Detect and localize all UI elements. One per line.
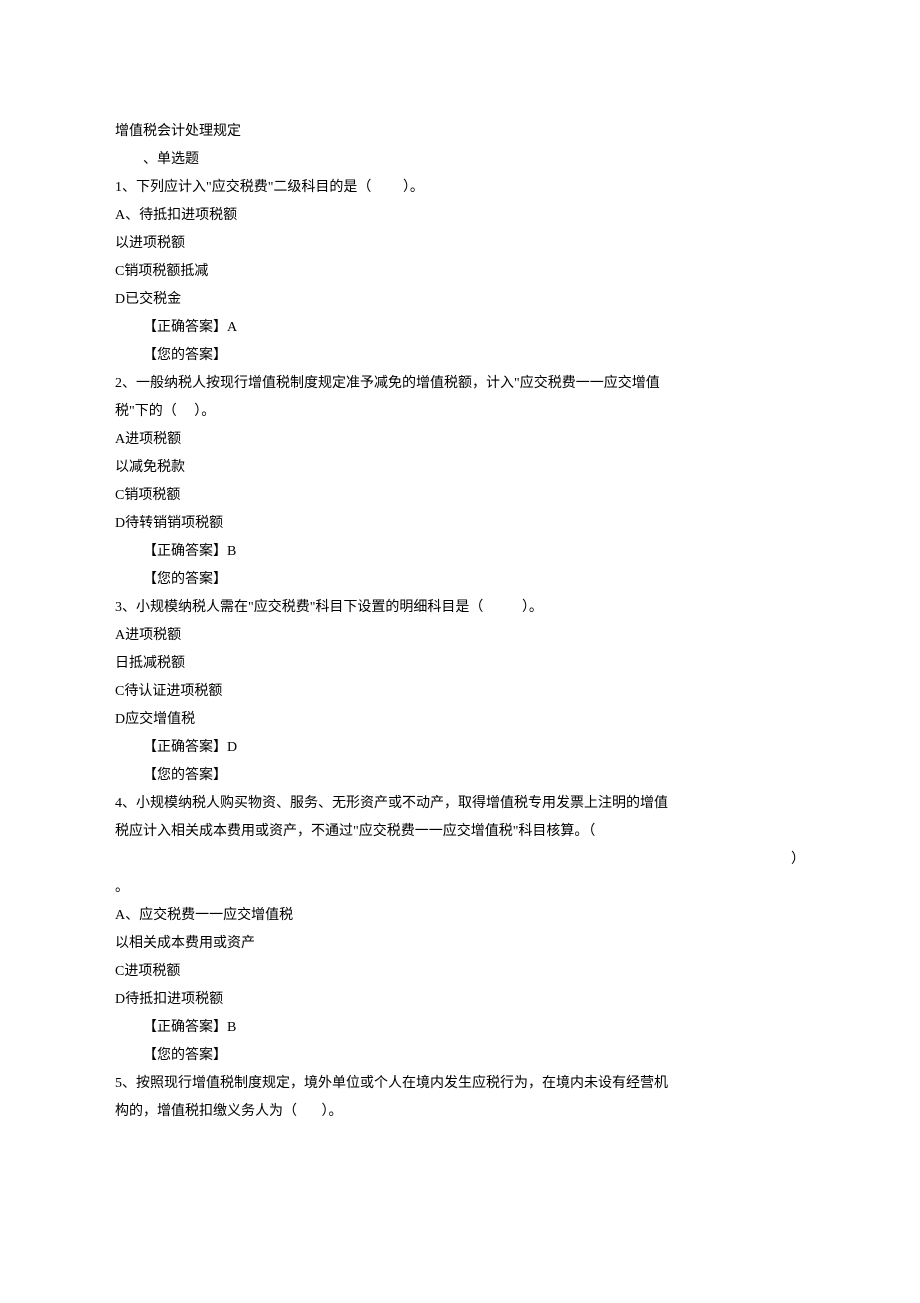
q3-option-d: D应交增值税 [115,706,805,734]
q2-stem2-part2: ）。 [194,404,215,419]
q4-option-d: D待抵扣进项税额 [115,986,805,1014]
section-heading: 、单选题 [115,146,805,174]
q3-option-c: C待认证进项税额 [115,678,805,706]
q1-correct-answer: 【正确答案】A [115,314,805,342]
q4-number: 4 [115,796,122,811]
q2-stem-line1: 2、一般纳税人按现行增值税制度规定准予减免的增值税额，计入"应交税费一一应交增值 [115,370,805,398]
q1-stem-part2: ）。 [403,180,424,195]
q1-stem: 1、下列应计入"应交税费"二级科目的是（ ）。 [115,174,805,202]
q3-stem: 3、小规模纳税人需在"应交税费"科目下设置的明细科目是（ ）。 [115,594,805,622]
q4-option-a: A、应交税费一一应交增值税 [115,902,805,930]
q5-number: 5 [115,1076,122,1091]
q1-option-a: A、待抵扣进项税额 [115,202,805,230]
q3-your-answer: 【您的答案】 [115,762,805,790]
q2-stem2-part1: 税"下的（ [115,404,177,419]
q2-stem-line2: 税"下的（ ）。 [115,398,805,426]
q5-stem-line1: 5、按照现行增值税制度规定，境外单位或个人在境内发生应税行为，在境内未设有经营机 [115,1070,805,1098]
q4-stem-part1: 、小规模纳税人购买物资、服务、无形资产或不动产，取得增值税专用发票上注明的增值 [122,796,668,811]
q2-option-d: D待转销销项税额 [115,510,805,538]
q2-option-a: A进项税额 [115,426,805,454]
q3-option-b: 日抵减税额 [115,650,805,678]
q2-option-b: 以减免税款 [115,454,805,482]
q4-stem2-part1: 税应计入相关成本费用或资产，不通过"应交税费一一应交增值税"科目核算。（ [115,824,595,839]
q1-option-d: D已交税金 [115,286,805,314]
q5-stem2-part2: ）。 [322,1104,343,1119]
q1-option-b: 以进项税额 [115,230,805,258]
q1-number: 1 [115,180,122,195]
q5-stem-part1: 、按照现行增值税制度规定，境外单位或个人在境内发生应税行为，在境内未设有经营机 [122,1076,668,1091]
q3-number: 3 [115,600,122,615]
q3-stem-part1: 、小规模纳税人需在"应交税费"科目下设置的明细科目是（ [122,600,483,615]
q2-your-answer: 【您的答案】 [115,566,805,594]
q5-stem-line2: 构的，增值税扣缴义务人为（ ）。 [115,1098,805,1126]
q3-correct-answer: 【正确答案】D [115,734,805,762]
q4-your-answer: 【您的答案】 [115,1042,805,1070]
q1-stem-part1: 、下列应计入"应交税费"二级科目的是（ [122,180,371,195]
q4-correct-answer: 【正确答案】B [115,1014,805,1042]
q4-option-c: C进项税额 [115,958,805,986]
q1-option-c: C销项税额抵减 [115,258,805,286]
q3-option-a: A进项税额 [115,622,805,650]
q2-correct-answer: 【正确答案】B [115,538,805,566]
q4-stem-line3: 。 [115,874,805,902]
q5-stem2-part1: 构的，增值税扣缴义务人为（ [115,1104,297,1119]
q2-option-c: C销项税额 [115,482,805,510]
q1-your-answer: 【您的答案】 [115,342,805,370]
q3-stem-part2: ）。 [522,600,543,615]
q4-stem-line2: 税应计入相关成本费用或资产，不通过"应交税费一一应交增值税"科目核算。（ [115,818,805,846]
q4-trailing-paren: ） [791,846,805,874]
q4-stem-line1: 4、小规模纳税人购买物资、服务、无形资产或不动产，取得增值税专用发票上注明的增值 [115,790,805,818]
q2-stem-part1: 、一般纳税人按现行增值税制度规定准予减免的增值税额，计入"应交税费一一应交增值 [122,376,660,391]
doc-title: 增值税会计处理规定 [115,118,805,146]
q2-number: 2 [115,376,122,391]
q4-option-b: 以相关成本费用或资产 [115,930,805,958]
